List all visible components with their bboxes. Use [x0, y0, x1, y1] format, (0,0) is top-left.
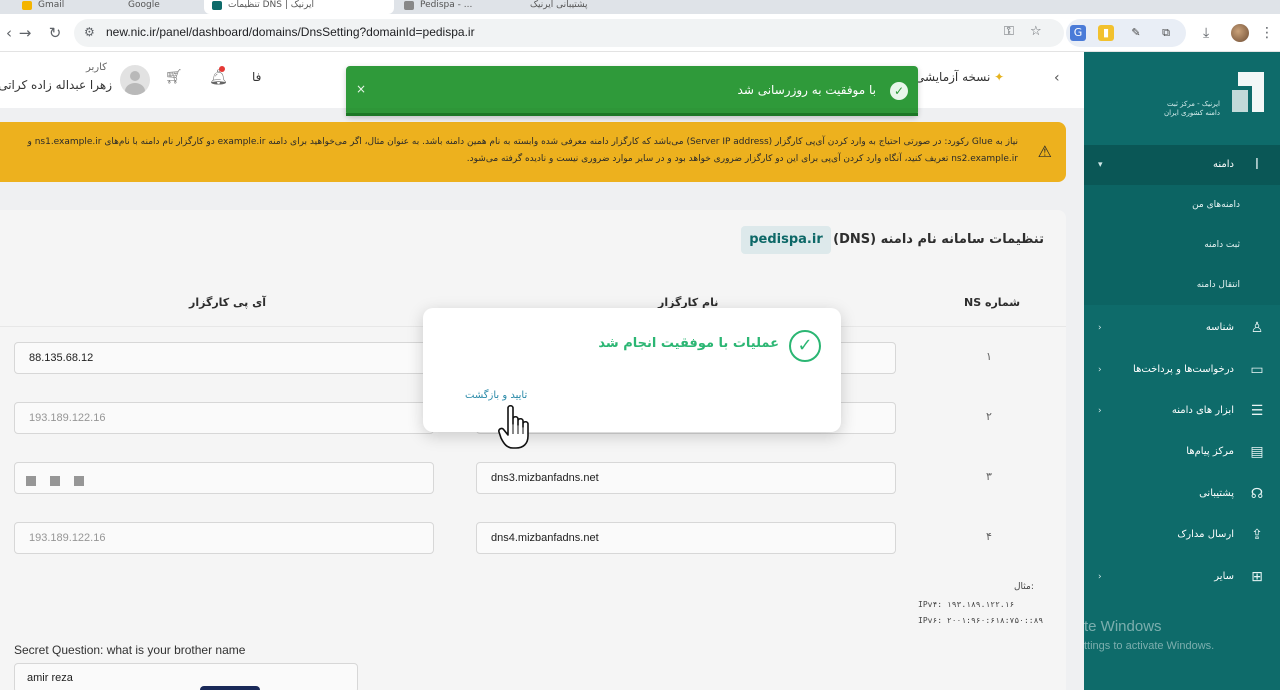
grid-icon: ⊞ [1251, 569, 1263, 585]
profile-avatar[interactable] [1231, 24, 1249, 42]
sparkle-icon: ✦ [990, 70, 1005, 84]
key-icon[interactable]: ⚿ [1004, 24, 1014, 39]
user-icon: ♙ [1250, 320, 1264, 336]
menu-icon[interactable]: ⋮ [1260, 25, 1274, 41]
sidebar-item-other[interactable]: ⊞ سایر ‹ [1084, 557, 1280, 597]
browser-tab[interactable]: پشتیبانی ایرنیک [506, 0, 606, 14]
github-favicon-icon [404, 1, 414, 10]
browser-toolbar: ‹ → ↻ ⚙ new.nic.ir/panel/dashboard/domai… [0, 14, 1280, 52]
success-dialog: ✓ عملیات با موفقیت انجام شد تایید و بازگ… [423, 308, 841, 432]
irnic-favicon-icon [212, 1, 222, 10]
sidebar-item-documents[interactable]: ⇪ ارسال مدارک [1084, 515, 1280, 555]
gmail-favicon-icon [22, 1, 32, 10]
cart-icon[interactable]: 🛒︎ [165, 69, 183, 85]
site-info-icon[interactable]: ⚙ [84, 25, 95, 39]
chevron-left-icon: ‹ [1098, 323, 1102, 333]
extension-icon[interactable]: ▮ [1098, 25, 1114, 41]
sidebar-subitem-my-domains[interactable]: دامنه‌های من [1084, 185, 1280, 225]
chevron-down-icon: ▾ [1098, 160, 1103, 170]
eyedropper-icon[interactable]: ✎ [1128, 25, 1144, 41]
user-role: کاربر [86, 62, 107, 73]
headset-icon: ☊ [1250, 486, 1264, 502]
sidebar-item-support[interactable]: ☊ پشتیبانی [1084, 474, 1280, 514]
confirm-return-button[interactable]: تایید و بازگشت [465, 390, 527, 401]
puzzle-icon[interactable]: ⧉ [1158, 25, 1174, 41]
browser-tab-active[interactable]: تنظیمات DNS | ایرنیک [204, 0, 394, 14]
check-circle-icon: ✓ [789, 330, 821, 362]
sidebar-item-identity[interactable]: ♙ شناسه ‹ [1084, 308, 1280, 348]
sidebar-item-domain[interactable]: ⅼ دامنه ▾ [1084, 145, 1280, 185]
chart-icon: ⅼ [1255, 157, 1259, 173]
sidebar-item-messages[interactable]: ▤ مرکز پیام‌ها [1084, 432, 1280, 472]
translate-icon[interactable]: G [1070, 25, 1086, 41]
notification-dot [219, 66, 225, 72]
bell-icon[interactable]: 🔔︎ [209, 68, 228, 86]
check-circle-icon: ✓ [890, 82, 908, 100]
windows-activation-hint: ttings to activate Windows. [1084, 640, 1215, 652]
card-icon: ▭ [1250, 362, 1264, 378]
trial-badge: ✦ نسخه آزمایشی [915, 70, 1005, 84]
extensions-group: G ▮ ✎ ⧉ [1066, 19, 1186, 47]
sliders-icon: ☰ [1250, 403, 1264, 419]
sidebar-subitem-register-domain[interactable]: ثبت دامنه [1084, 225, 1280, 265]
browser-tab[interactable]: Google [104, 0, 204, 14]
reload-icon[interactable]: ↻ [46, 24, 64, 42]
download-icon[interactable]: ⤓ [1203, 25, 1209, 41]
sidebar-item-domain-tools[interactable]: ☰ ابزار های دامنه ‹ [1084, 391, 1280, 431]
chevron-left-icon: ‹ [1098, 406, 1102, 416]
windows-activation-watermark: te Windows [1084, 618, 1162, 635]
chevron-left-icon: ‹ [1098, 572, 1102, 582]
collapse-chevron-icon[interactable]: ‹ [1054, 70, 1060, 86]
close-icon[interactable]: × [356, 82, 366, 96]
dialog-title: عملیات با موفقیت انجام شد [598, 336, 779, 351]
star-icon[interactable]: ☆ [1030, 24, 1042, 39]
logo-text: ایرنیک - مرکز ثبت دامنه کشوری ایران [1163, 100, 1220, 117]
hand-pointer-icon [498, 404, 529, 449]
irnic-logo-icon [1232, 72, 1264, 112]
sidebar: ایرنیک - مرکز ثبت دامنه کشوری ایران ⅼ دا… [1084, 52, 1280, 690]
browser-tab[interactable]: Gmail [14, 0, 104, 14]
message-icon: ▤ [1250, 444, 1264, 460]
upload-icon: ⇪ [1251, 527, 1263, 543]
forward-icon[interactable]: → [16, 24, 34, 42]
toast-message: با موفقیت به روزرسانی شد [737, 83, 876, 97]
browser-tabbar: Gmail Google تنظیمات DNS | ایرنیک Pedisp… [0, 0, 1280, 14]
sidebar-subitem-transfer-domain[interactable]: انتقال دامنه [1084, 265, 1280, 305]
browser-tab[interactable]: Pedispa - ... [396, 0, 506, 14]
url-text[interactable]: new.nic.ir/panel/dashboard/domains/DnsSe… [106, 25, 475, 39]
chevron-left-icon: ‹ [1098, 365, 1102, 375]
language-switch[interactable]: فا [252, 70, 261, 84]
avatar[interactable] [120, 65, 150, 95]
address-bar[interactable]: ⚙ new.nic.ir/panel/dashboard/domains/Dns… [74, 19, 1064, 47]
sidebar-item-requests[interactable]: ▭ درخواست‌ها و پرداخت‌ها ‹ [1084, 350, 1280, 390]
user-name: زهرا عبداله زاده کراتی [0, 78, 112, 92]
